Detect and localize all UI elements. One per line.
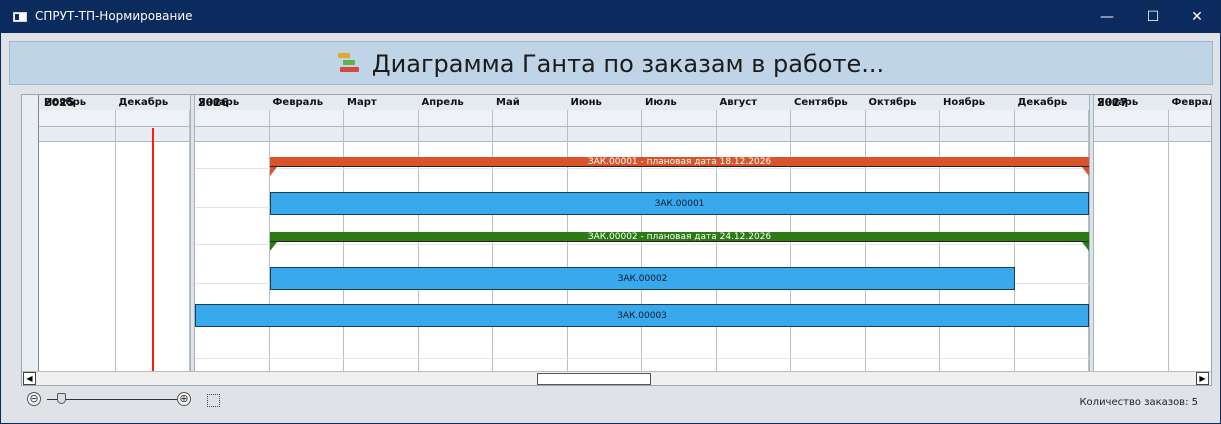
maximize-button[interactable]: ☐ xyxy=(1130,1,1176,33)
row-header-strip xyxy=(22,95,39,371)
month-label: Ноябрь xyxy=(44,97,87,108)
row-divider xyxy=(195,358,1089,359)
scroll-thumb[interactable] xyxy=(537,373,651,385)
month-label: Июль xyxy=(645,97,677,108)
minimize-button[interactable]: — xyxy=(1084,1,1130,33)
order-task-bar[interactable]: ЗАК.00003 xyxy=(195,304,1089,327)
zoom-out-button[interactable]: ⊖ xyxy=(27,392,41,406)
today-marker xyxy=(152,128,154,371)
order-summary-bar[interactable]: ЗАК.00001 - плановая дата 18.12.2026 xyxy=(270,157,1089,177)
horizontal-scrollbar[interactable]: ◀ ▶ xyxy=(22,371,1211,385)
zoom-in-button[interactable]: ⊕ xyxy=(177,392,191,406)
page-title: Диаграмма Ганта по заказам в работе... xyxy=(371,50,885,78)
app-icon xyxy=(13,12,27,22)
gantt-chart-icon xyxy=(337,52,362,76)
month-label: Декабрь xyxy=(1017,97,1068,108)
month-header-row xyxy=(39,110,1211,127)
month-gridline xyxy=(1167,110,1169,371)
gantt-chart: 2025 2026 2027 Ноябрь Декабрь Январь Февраль Ма… xyxy=(21,94,1212,386)
month-label: Май xyxy=(496,97,520,108)
order-task-bar[interactable]: ЗАК.00001 xyxy=(270,192,1089,215)
order-count: Количество заказов: 5 xyxy=(1079,397,1198,408)
timeline-area[interactable]: 2025 2026 2027 Ноябрь Декабрь Январь Февраль Ма… xyxy=(39,95,1211,371)
app-window: СПРУТ-ТП-Нормирование — ☐ ✕ Диаграмма Га… xyxy=(0,0,1221,424)
month-label: Январь xyxy=(1097,97,1139,108)
scroll-left-button[interactable]: ◀ xyxy=(23,372,36,385)
month-label: Сентябрь xyxy=(794,97,848,108)
month-label: Август xyxy=(719,97,758,108)
month-label: Февраль xyxy=(272,97,324,108)
month-label: Октябрь xyxy=(868,97,917,108)
month-label: Ноябрь xyxy=(943,97,986,108)
month-label: Апрель xyxy=(421,97,464,108)
zoom-control: ⊖ ⊕ xyxy=(27,392,227,408)
year-separator xyxy=(190,95,195,371)
order-summary-label: ЗАК.00001 - плановая дата 18.12.2026 xyxy=(587,156,772,167)
zoom-slider-track[interactable] xyxy=(47,399,177,400)
zoom-slider-thumb[interactable] xyxy=(57,393,66,404)
order-summary-label: ЗАК.00002 - плановая дата 24.12.2026 xyxy=(587,231,772,242)
month-label: Январь xyxy=(198,97,240,108)
month-label: Декабрь xyxy=(118,97,169,108)
month-label: Феврал xyxy=(1171,97,1212,108)
month-label: Июнь xyxy=(570,97,602,108)
month-label: Март xyxy=(347,97,377,108)
order-task-bar[interactable]: ЗАК.00002 xyxy=(270,267,1015,290)
order-task-label: ЗАК.00002 xyxy=(617,273,668,284)
scroll-right-button[interactable]: ▶ xyxy=(1196,372,1209,385)
close-button[interactable]: ✕ xyxy=(1174,1,1220,33)
order-summary-bar[interactable]: ЗАК.00002 - плановая дата 24.12.2026 xyxy=(270,232,1089,252)
year-separator xyxy=(1089,95,1094,371)
order-task-label: ЗАК.00001 xyxy=(654,198,705,209)
month-gridline xyxy=(189,110,190,371)
title-bar: СПРУТ-ТП-Нормирование — ☐ ✕ xyxy=(1,1,1220,33)
order-task-label: ЗАК.00003 xyxy=(617,310,667,321)
month-gridline xyxy=(114,110,116,371)
window-title: СПРУТ-ТП-Нормирование xyxy=(35,9,193,23)
subheader-row xyxy=(39,127,1211,142)
header-panel: Диаграмма Ганта по заказам в работе... xyxy=(9,41,1213,85)
fit-to-screen-icon[interactable] xyxy=(207,394,220,407)
